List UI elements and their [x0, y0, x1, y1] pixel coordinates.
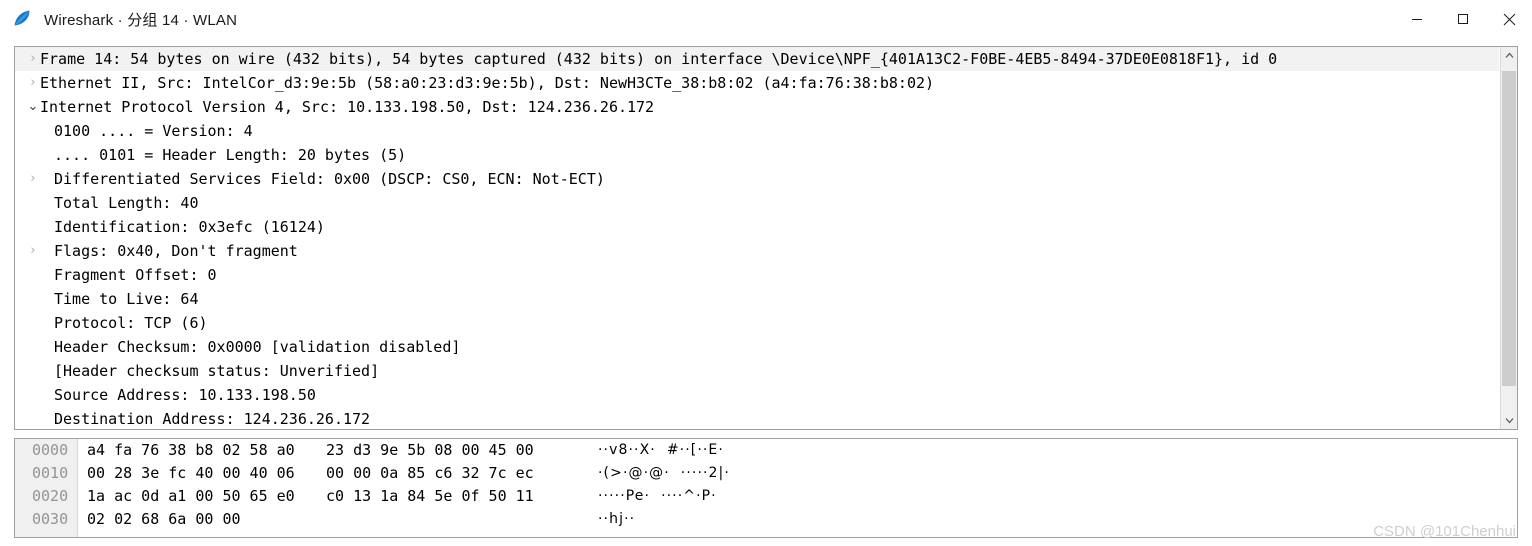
hex-dump[interactable]: 0000 a4 fa 76 38 b8 02 58 a0 23 d3 9e 5b 0… [15, 439, 1517, 537]
packet-detail-row-label: Protocol: TCP (6) [54, 314, 208, 332]
packet-detail-row[interactable]: Header Checksum: 0x0000 [validation disa… [15, 335, 1499, 359]
packet-detail-row-label: Internet Protocol Version 4, Src: 10.133… [40, 98, 655, 116]
hex-bytes-group-1: 00 28 3e fc 40 00 40 06 [87, 464, 295, 482]
hex-dump-row[interactable]: 0000 a4 fa 76 38 b8 02 58 a0 23 d3 9e 5b 0… [15, 439, 1517, 462]
packet-detail-row[interactable]: Fragment Offset: 0 [15, 263, 1499, 287]
maximize-button[interactable] [1440, 0, 1486, 38]
packet-detail-row[interactable]: 0100 .... = Version: 4 [15, 119, 1499, 143]
hex-ascii-group-2: #··[··E· [666, 442, 724, 458]
packet-bytes-pane[interactable]: 0000 a4 fa 76 38 b8 02 58 a0 23 d3 9e 5b 0… [14, 438, 1518, 538]
title-bar: Wireshark · 分组 14 · WLAN [0, 0, 1532, 38]
hex-ascii-group-2: ····^·P· [661, 488, 717, 504]
hex-offset: 0010 [32, 464, 69, 482]
scroll-up-button[interactable] [1501, 47, 1517, 64]
hex-dump-row[interactable]: 0020 1a ac 0d a1 00 50 65 e0 c0 13 1a 84 5… [15, 485, 1517, 508]
packet-detail-row-label: Header Checksum: 0x0000 [validation disa… [54, 338, 461, 356]
chevron-right-icon[interactable]: › [26, 47, 40, 71]
hex-bytes-group-2: 00 00 0a 85 c6 32 7c ec [326, 464, 534, 482]
packet-detail-row[interactable]: › Frame 14: 54 bytes on wire (432 bits), … [15, 47, 1499, 71]
minimize-icon [1412, 19, 1422, 20]
chevron-right-icon[interactable]: › [26, 239, 40, 263]
packet-detail-row-label: Flags: 0x40, Don't fragment [54, 242, 298, 260]
packet-detail-row[interactable]: Destination Address: 124.236.26.172 [15, 407, 1499, 429]
hex-offset: 0000 [32, 441, 69, 459]
packet-detail-tree[interactable]: › Frame 14: 54 bytes on wire (432 bits), … [15, 47, 1499, 429]
chevron-right-icon[interactable]: › [26, 167, 40, 191]
hex-bytes-group-2: 23 d3 9e 5b 08 00 45 00 [326, 441, 534, 459]
hex-bytes-group-2: c0 13 1a 84 5e 0f 50 11 [326, 487, 534, 505]
packet-detail-row-label: 0100 .... = Version: 4 [54, 122, 253, 140]
chevron-down-icon [1505, 418, 1513, 424]
hex-offset: 0030 [32, 510, 69, 528]
scroll-down-button[interactable] [1501, 412, 1517, 429]
chevron-down-icon[interactable]: ⌄ [26, 95, 40, 119]
hex-bytes-group-1: 02 02 68 6a 00 00 [87, 510, 241, 528]
hex-offset: 0020 [32, 487, 69, 505]
packet-detail-row-label: .... 0101 = Header Length: 20 bytes (5) [54, 146, 407, 164]
packet-detail-row[interactable]: ⌄ Internet Protocol Version 4, Src: 10.13… [15, 95, 1499, 119]
hex-ascii-group-1: ··v8··X· [598, 442, 656, 458]
hex-ascii-group-1: ·(>·@·@· [598, 465, 670, 481]
packet-detail-row-label: Fragment Offset: 0 [54, 266, 217, 284]
hex-bytes-group-2 [326, 508, 598, 531]
packet-detail-row[interactable]: [Header checksum status: Unverified] [15, 359, 1499, 383]
wireshark-fin-icon [14, 10, 30, 26]
hex-ascii: ··hj·· [598, 508, 646, 531]
packet-detail-row[interactable]: Source Address: 10.133.198.50 [15, 383, 1499, 407]
hex-bytes-group-1: a4 fa 76 38 b8 02 58 a0 [87, 441, 295, 459]
window-controls [1394, 0, 1532, 38]
packet-detail-row-label: Time to Live: 64 [54, 290, 199, 308]
maximize-icon [1458, 14, 1468, 24]
packet-detail-row-label: Ethernet II, Src: IntelCor_d3:9e:5b (58:… [40, 74, 935, 92]
packet-detail-row[interactable]: › Flags: 0x40, Don't fragment [15, 239, 1499, 263]
packet-detail-row[interactable]: › Differentiated Services Field: 0x00 (DS… [15, 167, 1499, 191]
hex-ascii: ·(>·@·@· ·····2|· [598, 462, 730, 485]
packet-detail-row[interactable]: › Ethernet II, Src: IntelCor_d3:9e:5b (58… [15, 71, 1499, 95]
packet-detail-pane[interactable]: › Frame 14: 54 bytes on wire (432 bits), … [14, 46, 1518, 430]
hex-ascii: ··v8··X· #··[··E· [598, 439, 724, 462]
hex-ascii-group-1: ·····Pe· [598, 488, 651, 504]
packet-detail-row-label: Destination Address: 124.236.26.172 [54, 410, 371, 428]
packet-detail-row[interactable]: Identification: 0x3efc (16124) [15, 215, 1499, 239]
scroll-thumb[interactable] [1502, 71, 1516, 386]
hex-ascii: ·····Pe· ····^·P· [598, 485, 717, 508]
packet-detail-row[interactable]: Protocol: TCP (6) [15, 311, 1499, 335]
window-title: Wireshark · 分组 14 · WLAN [44, 11, 238, 29]
hex-dump-row[interactable]: 0010 00 28 3e fc 40 00 40 06 00 00 0a 85 c… [15, 462, 1517, 485]
packet-detail-row-label: [Header checksum status: Unverified] [54, 362, 380, 380]
watermark: CSDN @101Chenhui [1373, 523, 1516, 540]
packet-detail-row[interactable]: Time to Live: 64 [15, 287, 1499, 311]
close-icon [1503, 13, 1515, 25]
packet-detail-row-label: Total Length: 40 [54, 194, 199, 212]
hex-dump-row[interactable]: 0030 02 02 68 6a 00 00 ··hj·· [15, 508, 1517, 531]
packet-detail-row-label: Source Address: 10.133.198.50 [54, 386, 316, 404]
minimize-button[interactable] [1394, 0, 1440, 38]
packet-detail-row-label: Differentiated Services Field: 0x00 (DSC… [54, 170, 605, 188]
hex-ascii-group-2: ·····2|· [680, 465, 730, 481]
hex-bytes-group-1: 1a ac 0d a1 00 50 65 e0 [87, 487, 295, 505]
hex-ascii-group-1: ··hj·· [598, 511, 636, 527]
chevron-up-icon [1505, 52, 1513, 58]
chevron-right-icon[interactable]: › [26, 71, 40, 95]
packet-detail-row-label: Identification: 0x3efc (16124) [54, 218, 325, 236]
close-button[interactable] [1486, 0, 1532, 38]
detail-vertical-scrollbar[interactable] [1500, 47, 1517, 429]
packet-detail-row[interactable]: Total Length: 40 [15, 191, 1499, 215]
packet-detail-row-label: Frame 14: 54 bytes on wire (432 bits), 5… [40, 50, 1278, 68]
packet-detail-row[interactable]: .... 0101 = Header Length: 20 bytes (5) [15, 143, 1499, 167]
